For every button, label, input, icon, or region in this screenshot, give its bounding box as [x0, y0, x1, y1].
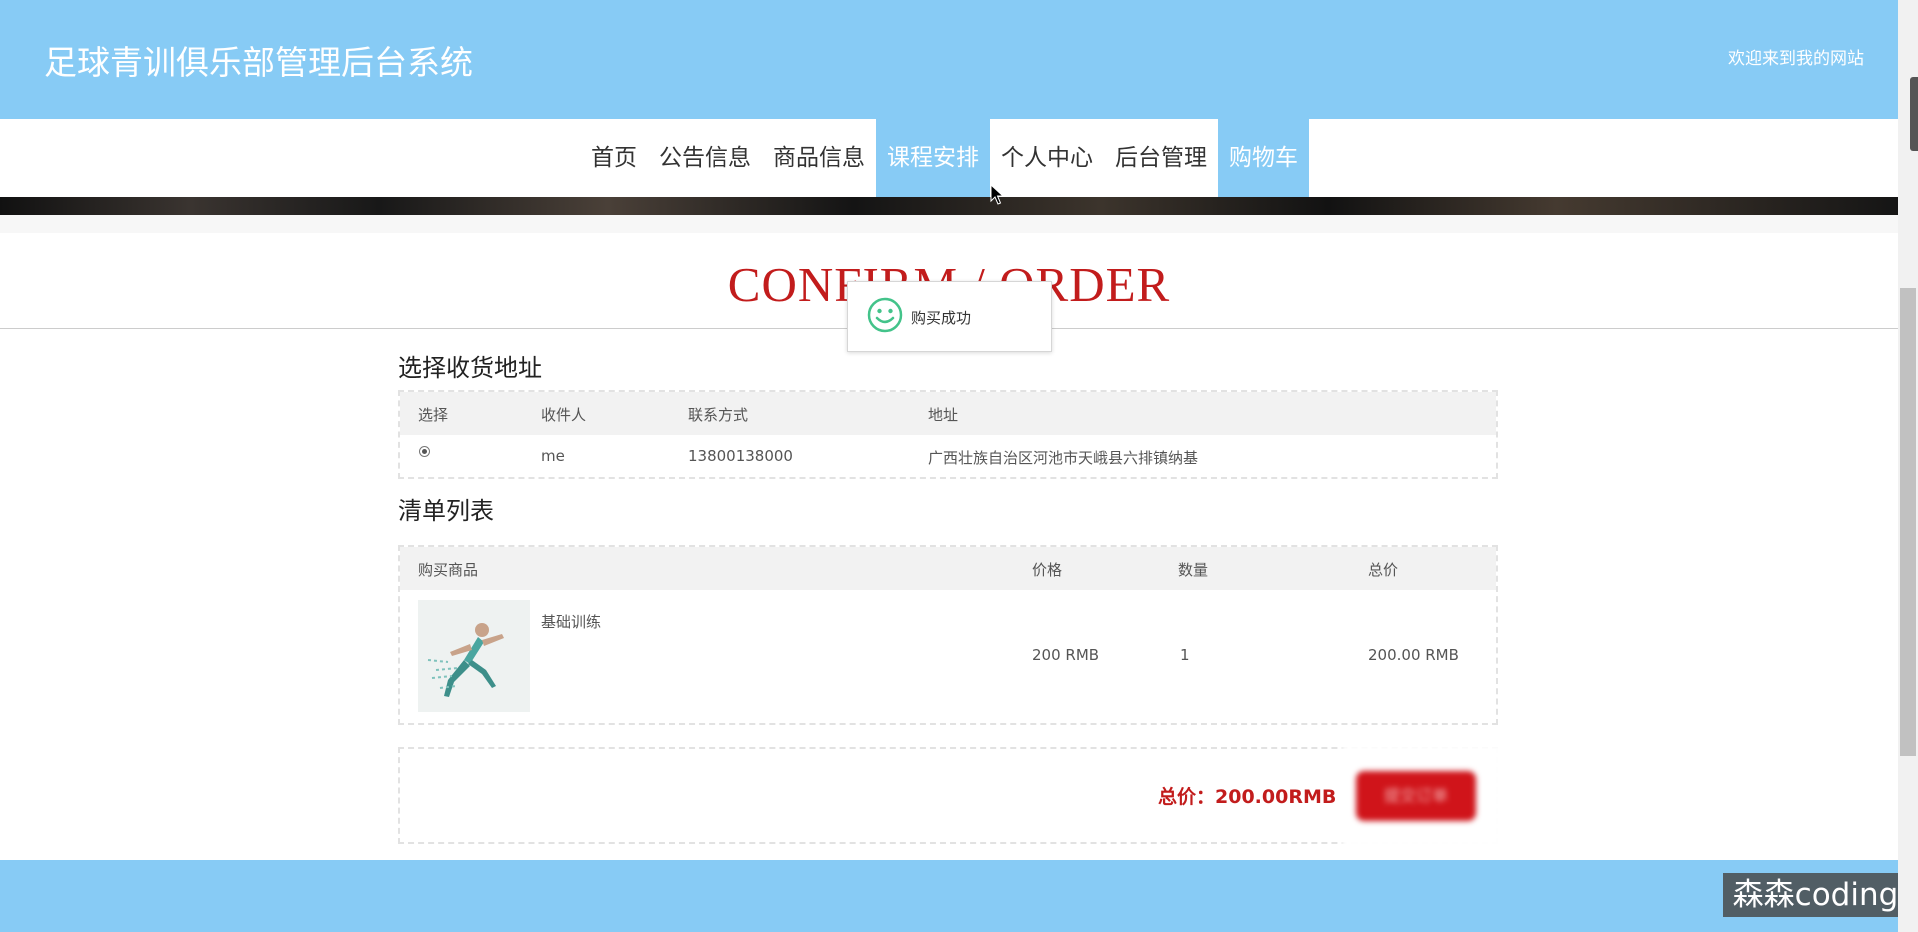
- nav-item-home[interactable]: 首页: [580, 119, 648, 197]
- recipient-name: me: [541, 447, 565, 465]
- product-image[interactable]: [418, 600, 530, 712]
- main-nav: 首页 公告信息 商品信息 课程安排 个人中心 后台管理 购物车: [0, 119, 1898, 197]
- order-total: 总价：200.00RMB: [1158, 786, 1337, 808]
- product-price: 200 RMB: [1032, 646, 1100, 664]
- product-quantity: 1: [1180, 646, 1190, 664]
- site-header: 足球青训俱乐部管理后台系统 欢迎来到我的网站: [0, 0, 1898, 119]
- nav-item-products[interactable]: 商品信息: [762, 119, 876, 197]
- nav-item-cart[interactable]: 购物车: [1218, 119, 1309, 197]
- nav-item-admin[interactable]: 后台管理: [1104, 119, 1218, 197]
- nav-item-courses[interactable]: 课程安排: [876, 119, 990, 197]
- order-table-header: 购买商品 价格 数量 总价: [400, 547, 1496, 590]
- nav-item-notices[interactable]: 公告信息: [648, 119, 762, 197]
- list-section-title: 清单列表: [398, 497, 494, 525]
- col-select: 选择: [418, 406, 449, 424]
- runner-illustration: [418, 600, 530, 712]
- address-section-title: 选择收货地址: [398, 354, 542, 382]
- address-table-header: 选择 收件人 联系方式 地址: [400, 392, 1496, 435]
- col-price: 价格: [1032, 561, 1063, 579]
- col-phone: 联系方式: [688, 406, 749, 424]
- address-radio[interactable]: [419, 446, 430, 457]
- mouse-cursor-icon: [990, 184, 1004, 205]
- product-total: 200.00 RMB: [1368, 646, 1459, 664]
- order-list-table: 购买商品 价格 数量 总价 基础训练 200 RMB 1 200.00 RMB: [398, 545, 1498, 725]
- scrollbar-thumb[interactable]: [1900, 288, 1916, 756]
- col-product: 购买商品: [418, 561, 479, 579]
- site-title[interactable]: 足球青训俱乐部管理后台系统: [44, 36, 473, 84]
- side-widget[interactable]: [1910, 77, 1918, 151]
- address-table: 选择 收件人 联系方式 地址 me 13800138000 广西壮族自治区河池市…: [398, 390, 1498, 479]
- banner-image-strip: [0, 197, 1898, 215]
- product-name[interactable]: 基础训练: [541, 611, 601, 632]
- submit-order-button[interactable]: 提交订单: [1356, 771, 1476, 821]
- col-total: 总价: [1368, 561, 1399, 579]
- divider-band: [0, 215, 1898, 233]
- toast-message: 购买成功: [911, 309, 972, 327]
- welcome-text: 欢迎来到我的网站: [1728, 49, 1864, 69]
- nav-items: 首页 公告信息 商品信息 课程安排 个人中心 后台管理 购物车: [580, 119, 1309, 197]
- col-address: 地址: [928, 406, 959, 424]
- col-recipient: 收件人: [541, 406, 587, 424]
- smile-icon: [867, 297, 903, 333]
- recipient-address: 广西壮族自治区河池市天峨县六排镇纳基: [928, 449, 1199, 467]
- success-toast: 购买成功: [847, 281, 1052, 352]
- site-footer: [0, 860, 1898, 932]
- watermark: 森森coding: [1723, 873, 1908, 917]
- col-quantity: 数量: [1178, 561, 1209, 579]
- nav-item-profile[interactable]: 个人中心: [990, 119, 1104, 197]
- recipient-phone: 13800138000: [688, 447, 793, 465]
